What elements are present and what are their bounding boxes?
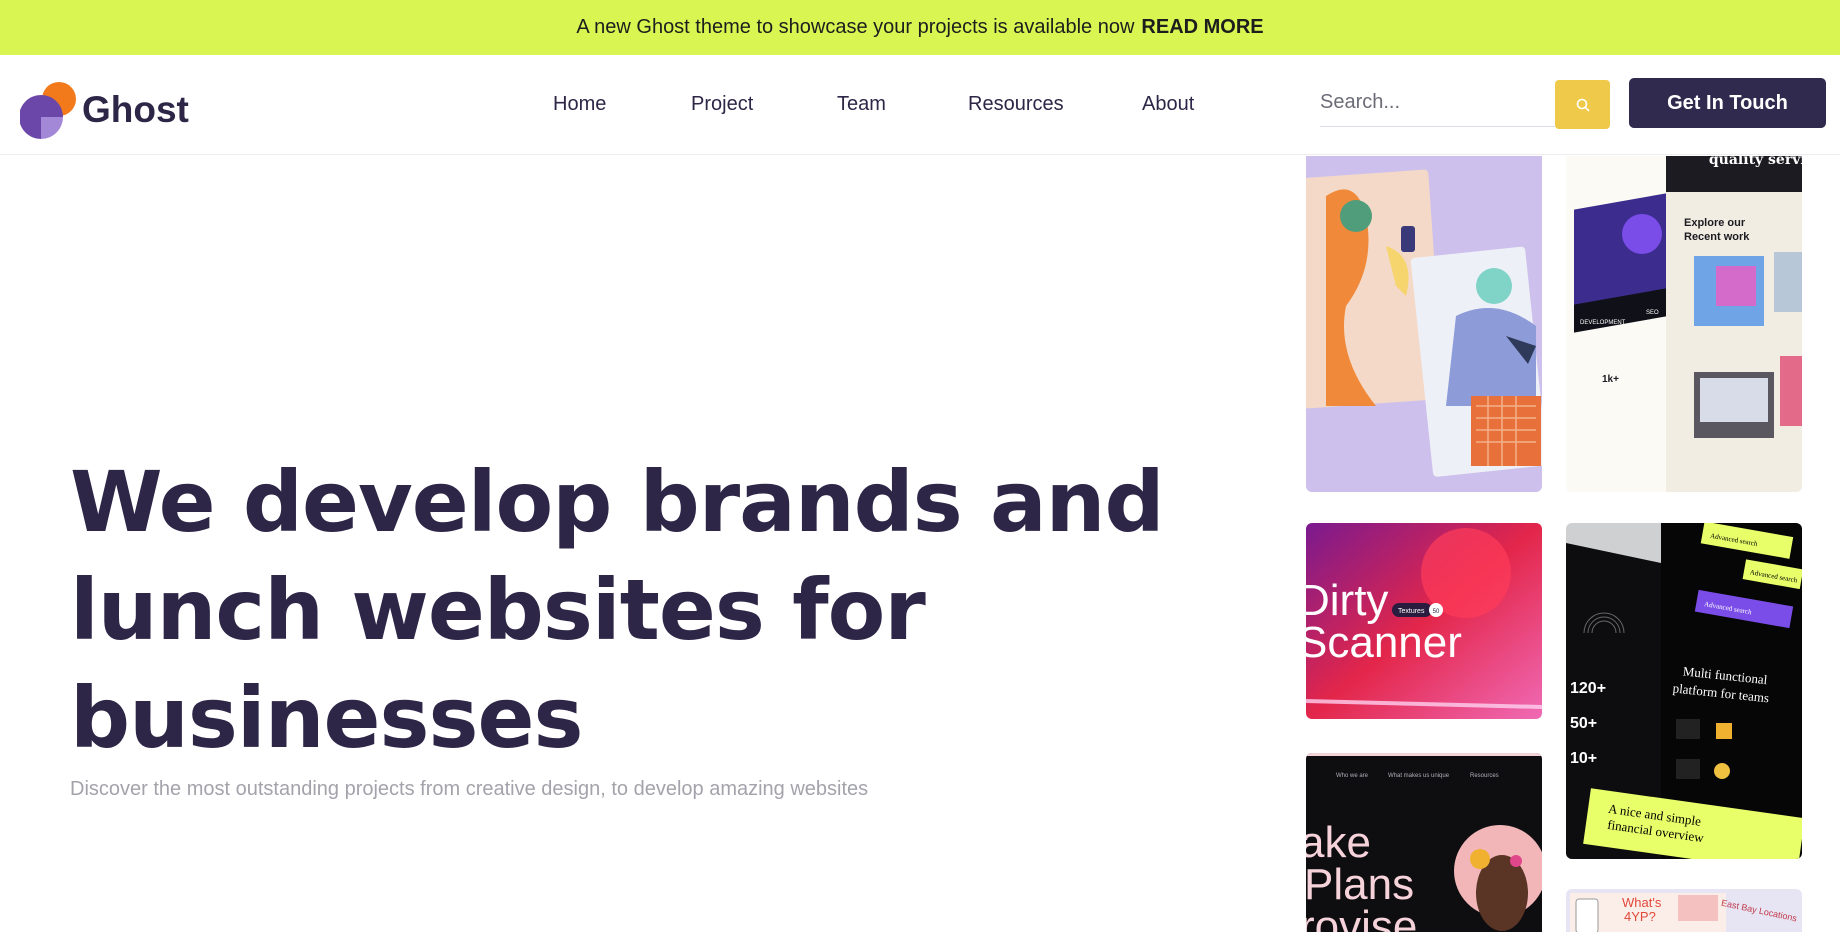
- dirty-scanner-image: Dirty Scanner Textures 50: [1306, 523, 1542, 719]
- nav-resources[interactable]: Resources: [968, 93, 1064, 116]
- project-card-dirty-scanner[interactable]: Dirty Scanner Textures 50: [1306, 523, 1542, 719]
- card6-heading: What's: [1622, 895, 1662, 910]
- project-card-illustration[interactable]: [1306, 156, 1542, 492]
- hero-title-line: We develop brands and: [70, 453, 1165, 551]
- search-icon: [1576, 98, 1590, 112]
- card2-tag: DEVELOPMENT: [1580, 320, 1626, 326]
- illustration-image: [1306, 156, 1542, 492]
- card5-menu: Who we are: [1336, 773, 1369, 779]
- multi-platform-screenshot: 120+ 50+ 10+ Advanced search Advanced se…: [1566, 523, 1802, 859]
- get-in-touch-button[interactable]: Get In Touch: [1629, 78, 1826, 128]
- hero-title-line: businesses: [70, 669, 583, 767]
- main-navbar: Ghost Home Project Team Resources About …: [0, 55, 1840, 155]
- search-button[interactable]: [1555, 80, 1610, 129]
- announcement-bar: A new Ghost theme to showcase your proje…: [0, 0, 1840, 55]
- card3-word: Scanner: [1306, 618, 1462, 667]
- card5-menu: What makes us unique: [1388, 773, 1450, 779]
- nav-team[interactable]: Team: [837, 93, 886, 116]
- hero-title-line: lunch websites for: [70, 561, 926, 659]
- nav-home[interactable]: Home: [553, 93, 606, 116]
- logo[interactable]: Ghost: [20, 81, 189, 139]
- project-card-4yp[interactable]: What's 4YP? East Bay Locations: [1566, 889, 1802, 932]
- card6-heading: 4YP?: [1624, 909, 1656, 924]
- project-card-plans[interactable]: Who we are What makes us unique Resource…: [1306, 753, 1542, 932]
- card2-heading: quality service: [1709, 156, 1802, 168]
- card3-tag: Textures: [1398, 608, 1425, 615]
- search-input[interactable]: [1320, 79, 1555, 127]
- brand-name: Ghost: [82, 89, 189, 130]
- card4-stat: 10+: [1570, 750, 1597, 767]
- nav-project[interactable]: Project: [691, 93, 753, 116]
- card2-heading: Recent work: [1684, 231, 1750, 243]
- card2-heading: Explore our: [1684, 217, 1746, 229]
- card2-stat: 1k+: [1602, 374, 1619, 385]
- card5-menu: Resources: [1470, 773, 1499, 779]
- 4yp-screenshot: What's 4YP? East Bay Locations: [1566, 889, 1802, 932]
- project-card-recent-work[interactable]: quality service DEVELOPMENT SEO 1k+ Expl…: [1566, 156, 1802, 492]
- card2-tag: SEO: [1646, 310, 1659, 316]
- announcement-text: A new Ghost theme to showcase your proje…: [576, 16, 1135, 38]
- card5-word: rovise: [1306, 902, 1417, 932]
- ghost-logo-icon: [20, 82, 76, 139]
- card3-badge: 50: [1433, 609, 1440, 615]
- card4-stat: 120+: [1570, 680, 1606, 697]
- project-card-multi-platform[interactable]: 120+ 50+ 10+ Advanced search Advanced se…: [1566, 523, 1802, 859]
- recent-work-screenshot: quality service DEVELOPMENT SEO 1k+ Expl…: [1566, 156, 1802, 492]
- nav-about[interactable]: About: [1142, 93, 1194, 116]
- hero-subtitle: Discover the most outstanding projects f…: [70, 778, 869, 800]
- hero-title: We develop brands and lunch websites for…: [70, 448, 1170, 772]
- card4-stat: 50+: [1570, 715, 1597, 732]
- read-more-link[interactable]: READ MORE: [1141, 16, 1263, 39]
- plans-screenshot: Who we are What makes us unique Resource…: [1306, 753, 1542, 932]
